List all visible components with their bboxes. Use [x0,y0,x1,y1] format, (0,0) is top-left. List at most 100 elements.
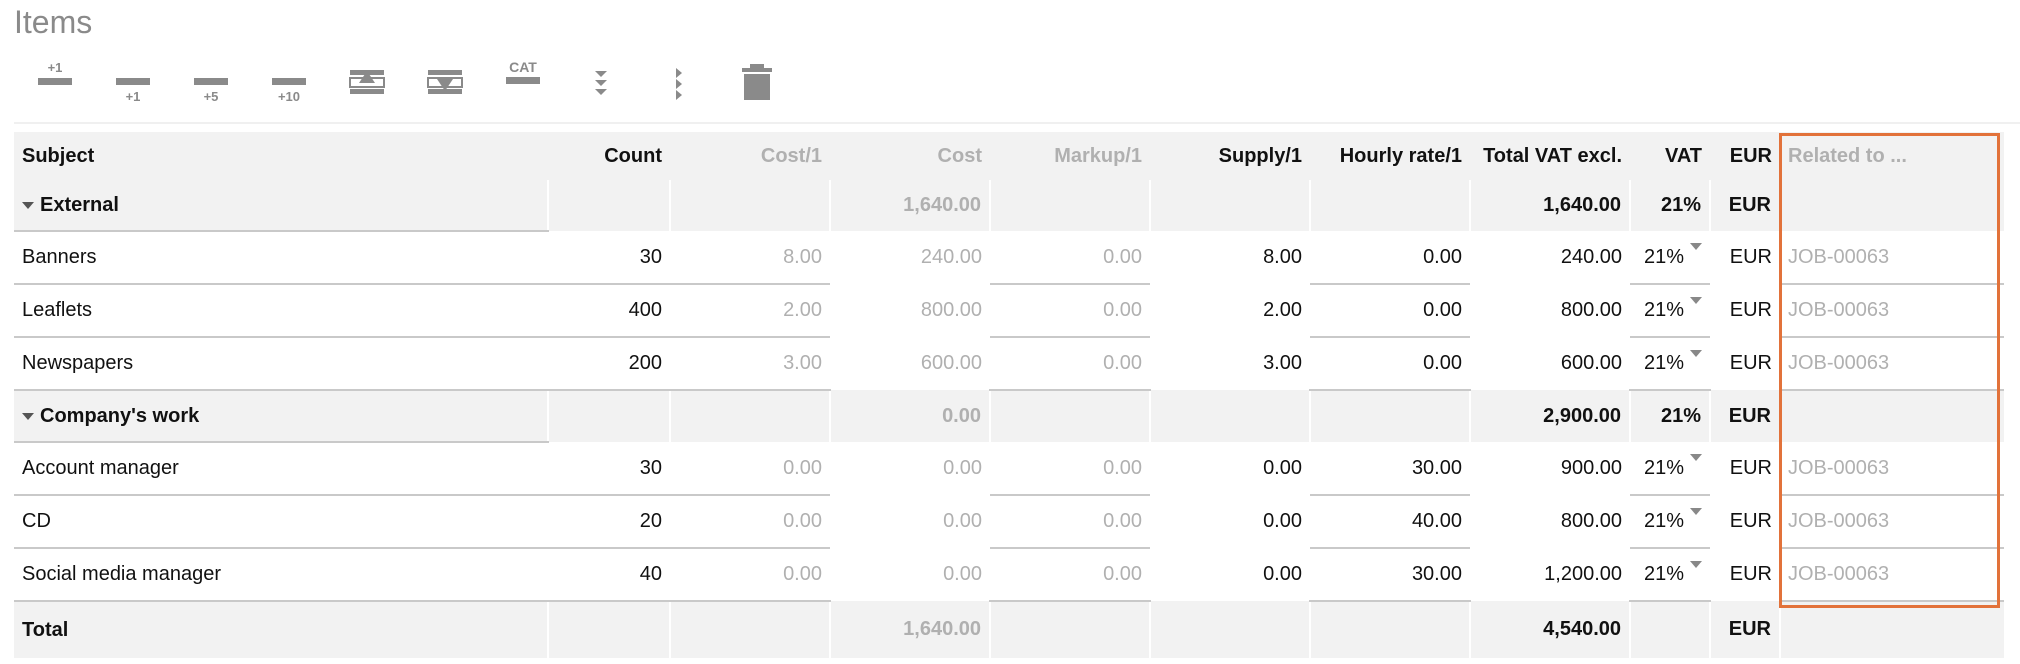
item-supply[interactable]: 0.00 [1150,548,1310,601]
add-rows-10-button[interactable]: +10 [262,58,316,108]
group-total: 1,640.00 [1469,180,1630,231]
item-cost-per-unit[interactable]: 0.00 [670,495,830,549]
dropdown-arrow-icon[interactable] [1690,508,1702,515]
item-markup[interactable]: 0.00 [990,337,1150,391]
caret-down-icon[interactable] [22,412,34,420]
item-cost-per-unit[interactable]: 0.00 [670,548,830,602]
group-row-external[interactable]: External 1,640.00 1,640.00 21% EUR [14,180,2004,232]
item-hourly-rate[interactable]: 30.00 [1310,548,1470,602]
expand-all-button[interactable] [574,58,628,108]
dropdown-arrow-icon[interactable] [1690,243,1702,250]
item-hourly-rate[interactable]: 30.00 [1310,442,1470,496]
item-markup[interactable]: 0.00 [990,495,1150,549]
item-vat-select[interactable]: 21% [1630,548,1710,602]
total-label: Total [14,601,548,658]
header-supply-per-unit[interactable]: Supply/1 [1150,132,1310,180]
item-count[interactable]: 400 [548,284,670,338]
item-related-to[interactable]: JOB-00063 [1780,442,2004,496]
table-row[interactable]: Leaflets 400 2.00 800.00 0.00 2.00 0.00 … [14,284,2004,338]
group-name[interactable]: External [14,180,549,232]
item-count[interactable]: 200 [548,337,670,391]
item-related-to[interactable]: JOB-00063 [1780,231,2004,285]
add-category-button[interactable]: CAT [496,58,550,108]
item-subject[interactable]: CD [14,495,548,549]
item-count[interactable]: 30 [548,442,670,496]
move-down-button[interactable] [418,58,472,108]
table-row[interactable]: Banners 30 8.00 240.00 0.00 8.00 0.00 24… [14,231,2004,285]
item-markup[interactable]: 0.00 [990,231,1150,285]
item-supply[interactable]: 0.00 [1150,495,1310,548]
item-currency: EUR [1710,337,1780,390]
group-currency: EUR [1709,390,1780,442]
item-count[interactable]: 20 [548,495,670,549]
item-count[interactable]: 40 [548,548,670,602]
item-cost-per-unit[interactable]: 8.00 [670,231,830,285]
item-supply[interactable]: 2.00 [1150,284,1310,337]
dropdown-arrow-icon[interactable] [1690,561,1702,568]
header-total-vat-excl[interactable]: Total VAT excl. [1470,132,1630,180]
add-rows-icon: +5 [194,78,228,104]
item-subject[interactable]: Account manager [14,442,548,496]
header-cost[interactable]: Cost [830,132,990,180]
item-related-to[interactable]: JOB-00063 [1780,548,2004,602]
item-vat-select[interactable]: 21% [1630,231,1710,285]
header-vat[interactable]: VAT [1630,132,1710,180]
item-related-to[interactable]: JOB-00063 [1780,284,2004,338]
add-one-button[interactable]: +1 [28,58,82,108]
dropdown-arrow-icon[interactable] [1690,454,1702,461]
add-rows-icon: +1 [116,78,150,104]
table-row[interactable]: Social media manager 40 0.00 0.00 0.00 0… [14,548,2004,602]
item-vat-select[interactable]: 21% [1630,495,1710,549]
toolbar: +1 +1 +5 +10 CAT [14,58,2014,108]
header-count[interactable]: Count [548,132,670,180]
collapse-all-button[interactable] [652,58,706,108]
table-row[interactable]: Newspapers 200 3.00 600.00 0.00 3.00 0.0… [14,337,2004,391]
add-line-icon: +1 [38,60,72,85]
dropdown-arrow-icon[interactable] [1690,350,1702,357]
header-related-to[interactable]: Related to ... [1780,132,2004,180]
header-markup-per-unit[interactable]: Markup/1 [990,132,1150,180]
table-row[interactable]: Account manager 30 0.00 0.00 0.00 0.00 3… [14,442,2004,496]
item-related-to[interactable]: JOB-00063 [1780,337,2004,391]
item-subject[interactable]: Banners [14,231,548,285]
table-row[interactable]: CD 20 0.00 0.00 0.00 0.00 40.00 800.00 2… [14,495,2004,549]
item-subject[interactable]: Social media manager [14,548,548,602]
item-subject[interactable]: Newspapers [14,337,548,391]
item-hourly-rate[interactable]: 0.00 [1310,337,1470,391]
item-markup[interactable]: 0.00 [990,284,1150,338]
item-subject[interactable]: Leaflets [14,284,548,338]
group-cost: 1,640.00 [829,180,990,231]
svg-text:+1: +1 [48,60,63,75]
dropdown-arrow-icon[interactable] [1690,297,1702,304]
caret-down-icon[interactable] [22,201,34,209]
item-supply[interactable]: 3.00 [1150,337,1310,390]
svg-text:CAT: CAT [509,59,537,75]
item-related-to[interactable]: JOB-00063 [1780,495,2004,549]
item-vat-select[interactable]: 21% [1630,337,1710,391]
item-hourly-rate[interactable]: 0.00 [1310,284,1470,338]
item-hourly-rate[interactable]: 40.00 [1310,495,1470,549]
header-currency[interactable]: EUR [1710,132,1780,180]
header-hourly-rate[interactable]: Hourly rate/1 [1310,132,1470,180]
item-count[interactable]: 30 [548,231,670,285]
item-markup[interactable]: 0.00 [990,442,1150,496]
header-cost-per-unit[interactable]: Cost/1 [670,132,830,180]
item-vat-select[interactable]: 21% [1630,442,1710,496]
item-total: 900.00 [1470,442,1630,495]
item-hourly-rate[interactable]: 0.00 [1310,231,1470,285]
item-markup[interactable]: 0.00 [990,548,1150,602]
item-cost-per-unit[interactable]: 3.00 [670,337,830,391]
add-rows-1-button[interactable]: +1 [106,58,160,108]
item-vat-select[interactable]: 21% [1630,284,1710,338]
group-name[interactable]: Company's work [14,390,549,443]
item-cost-per-unit[interactable]: 0.00 [670,442,830,496]
add-rows-5-button[interactable]: +5 [184,58,238,108]
item-supply[interactable]: 8.00 [1150,231,1310,284]
group-row-companys-work[interactable]: Company's work 0.00 2,900.00 21% EUR [14,390,2004,443]
header-subject[interactable]: Subject [14,132,548,180]
item-cost-per-unit[interactable]: 2.00 [670,284,830,338]
move-up-button[interactable] [340,58,394,108]
group-vat: 21% [1629,180,1710,231]
item-supply[interactable]: 0.00 [1150,442,1310,495]
delete-button[interactable] [730,58,784,108]
